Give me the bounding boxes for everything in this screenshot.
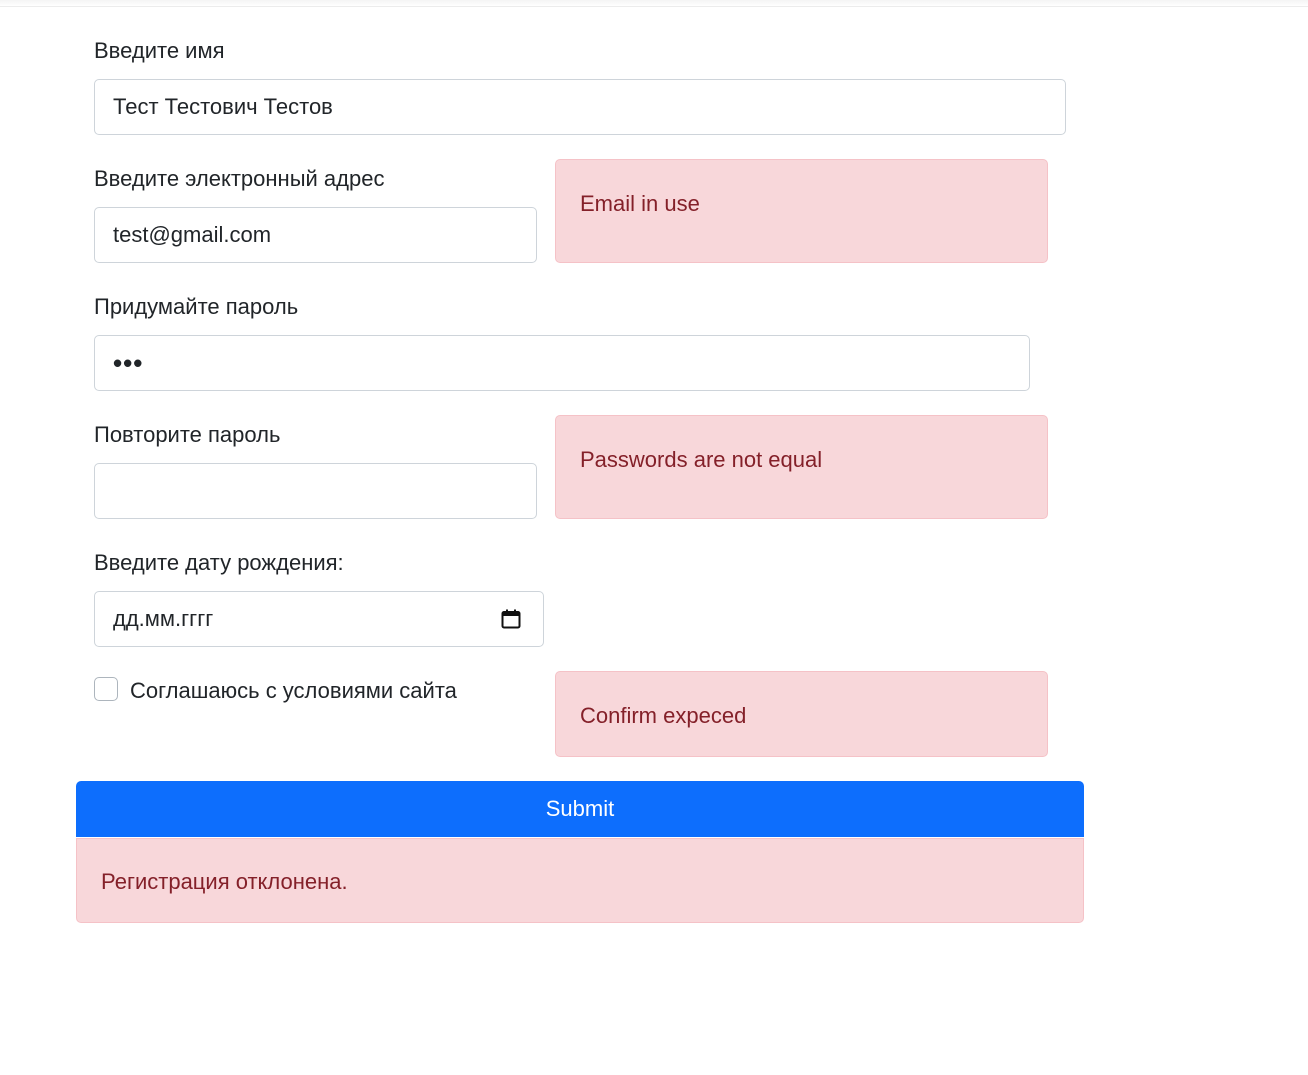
password-repeat-input[interactable] — [94, 463, 537, 519]
email-error-text: Email in use — [580, 191, 700, 216]
birthdate-placeholder: дд.мм.гггг — [113, 606, 214, 631]
password-label: Придумайте пароль — [94, 294, 299, 319]
terms-error-alert: Confirm expeced — [555, 671, 1048, 757]
email-label: Введите электронный адрес — [94, 166, 385, 191]
email-input[interactable]: test@gmail.com — [94, 207, 537, 263]
birthdate-label: Введите дату рождения: — [94, 550, 344, 575]
calendar-icon[interactable] — [501, 609, 521, 629]
registration-page: Введите имя Тест Тестович Тестов Введите… — [0, 0, 1308, 1075]
name-input[interactable]: Тест Тестович Тестов — [94, 79, 1066, 135]
registration-result-alert: Регистрация отклонена. — [76, 838, 1084, 923]
password-repeat-label: Повторите пароль — [94, 422, 281, 447]
password-error-alert: Passwords are not equal — [555, 415, 1048, 519]
terms-error-text: Confirm expeced — [580, 703, 747, 728]
terms-checkbox[interactable] — [94, 677, 118, 701]
top-bar-shadow — [0, 0, 1308, 7]
name-label: Введите имя — [94, 38, 225, 63]
email-error-alert: Email in use — [555, 159, 1048, 263]
password-error-text: Passwords are not equal — [580, 447, 823, 472]
password-input[interactable]: ••• — [94, 335, 1030, 391]
birthdate-input[interactable]: дд.мм.гггг — [94, 591, 544, 647]
terms-label[interactable]: Соглашаюсь с условиями сайта — [130, 677, 457, 705]
registration-result-text: Регистрация отклонена. — [101, 869, 348, 894]
submit-button[interactable]: Submit — [76, 781, 1084, 837]
